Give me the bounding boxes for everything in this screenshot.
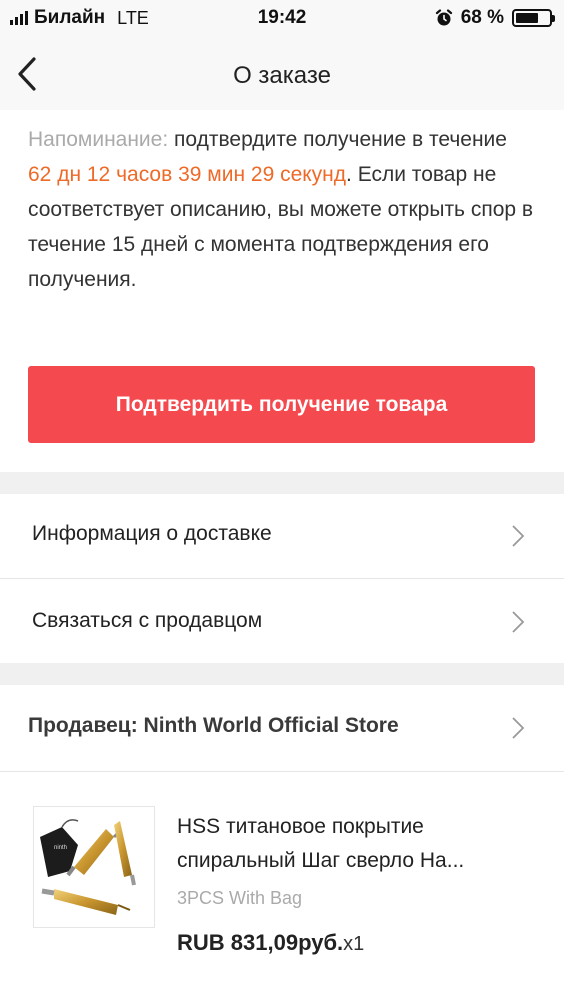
product-title-line: HSS титановое покрытие <box>177 815 424 838</box>
battery-icon <box>512 9 555 27</box>
chevron-right-icon <box>512 525 525 547</box>
row-divider <box>0 771 564 772</box>
section-divider <box>0 663 564 685</box>
section-divider <box>0 472 564 494</box>
contact-seller-row[interactable]: Связаться с продавцом <box>0 579 564 663</box>
product-title[interactable]: HSS титановое покрытие спиральный Шаг св… <box>177 810 537 878</box>
alarm-icon <box>435 9 452 26</box>
product-thumbnail[interactable]: ninth <box>33 806 155 928</box>
confirmation-reminder: Напоминание: подтвердите получение в теч… <box>28 122 534 297</box>
product-price: RUB 831,09руб. <box>177 930 344 955</box>
confirm-receipt-button[interactable]: Подтвердить получение товара <box>28 366 535 443</box>
product-variant: 3PCS With Bag <box>177 888 303 908</box>
chevron-right-icon <box>512 611 525 633</box>
countdown-timer: 62 дн 12 часов 39 мин 29 секунд <box>28 163 347 186</box>
page-title: О заказе <box>233 62 331 89</box>
svg-text:ninth: ninth <box>54 845 67 851</box>
battery-percent: 68 % <box>460 7 504 28</box>
product-price-line: RUB 831,09руб.x1 <box>177 930 364 956</box>
reminder-text-before: подтвердите получение в течение <box>174 128 507 151</box>
contact-seller-label: Связаться с продавцом <box>32 609 263 632</box>
chevron-right-icon <box>512 717 525 739</box>
drill-bits-image: ninth <box>40 819 136 915</box>
reminder-label: Напоминание: <box>28 128 169 151</box>
product-title-line: спиральный Шаг сверло На... <box>177 849 465 872</box>
seller-name: Продавец: Ninth World Official Store <box>28 714 399 737</box>
status-bar: Билайн LTE 19:42 68 % <box>0 0 564 38</box>
seller-row[interactable]: Продавец: Ninth World Official Store <box>0 685 564 771</box>
battery-fill <box>516 13 538 23</box>
delivery-info-row[interactable]: Информация о доставке <box>0 494 564 578</box>
delivery-info-label: Информация о доставке <box>32 522 272 545</box>
product-quantity: x1 <box>343 933 365 955</box>
status-right: 68 % <box>435 7 555 29</box>
nav-bar: О заказе <box>0 38 564 110</box>
